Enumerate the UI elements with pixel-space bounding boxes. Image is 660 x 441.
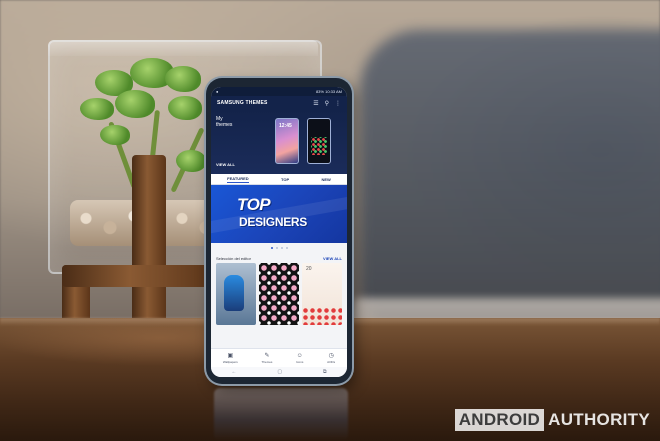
app-actions: ☰ ⚲ ⋮	[313, 100, 341, 107]
hero-view-all-link[interactable]: VIEW ALL	[216, 162, 235, 167]
editor-picks-cards: 20	[211, 263, 347, 325]
plant-leaf	[168, 96, 202, 120]
more-options-icon[interactable]: ⋮	[335, 100, 341, 107]
image-icon: ▣	[227, 352, 234, 359]
nav-label: Themes	[261, 359, 273, 364]
app-grid-icon	[311, 137, 327, 155]
theme-thumbnail[interactable]	[307, 118, 331, 164]
nav-aods[interactable]: ◷ AODs	[327, 353, 335, 364]
my-themes-hero[interactable]: My themes VIEW ALL 12:45	[211, 110, 347, 174]
phone-reflection	[214, 388, 348, 441]
photo-scene: ● 83% 10:33 AM SAMSUNG THEMES ☰ ⚲ ⋮ My t…	[0, 0, 660, 441]
recents-icon[interactable]: ⧉	[323, 369, 327, 375]
plant-leaf	[100, 125, 130, 145]
app-title: SAMSUNG THEMES	[217, 100, 268, 106]
search-icon[interactable]: ⚲	[325, 100, 329, 107]
carousel-dot[interactable]	[280, 247, 283, 249]
tab-top[interactable]: TOP	[281, 177, 289, 182]
banner-stripe	[211, 189, 347, 237]
status-time: 10:33 AM	[325, 89, 342, 94]
nav-label: AODs	[327, 359, 336, 364]
brush-icon: ✎	[264, 352, 270, 359]
nav-label: Icons	[296, 359, 304, 364]
my-themes-label: My themes	[216, 116, 233, 128]
phone-screen: ● 83% 10:33 AM SAMSUNG THEMES ☰ ⚲ ⋮ My t…	[211, 87, 347, 377]
tab-new[interactable]: NEW	[321, 177, 330, 182]
nav-label: Wallpapers	[222, 359, 238, 364]
banner-line-1: TOP	[237, 195, 271, 214]
battery-level: 83%	[315, 89, 324, 94]
home-icon[interactable]: ▢	[277, 369, 282, 375]
plant-leaf	[176, 150, 206, 172]
system-navigation-bar: ← ▢ ⧉	[211, 367, 347, 377]
glass-rim	[48, 40, 318, 56]
status-dot-icon: ●	[216, 89, 219, 94]
section-title: Selección del editor	[216, 255, 251, 261]
smiley-icon: ☺	[296, 352, 303, 359]
status-right: 83% 10:33 AM	[316, 89, 342, 94]
plant-leaf	[80, 98, 114, 120]
theme-card[interactable]	[259, 263, 299, 325]
top-designers-banner[interactable]: TOP DESIGNERS	[211, 185, 347, 243]
background-couch	[360, 30, 660, 330]
plant-leaf	[115, 90, 155, 118]
clock-icon: ◷	[328, 352, 334, 359]
hearts-pattern	[302, 307, 342, 325]
watermark: ANDROID AUTHORITY	[454, 409, 650, 431]
list-icon[interactable]: ☰	[313, 100, 318, 107]
wood-stand-bar	[62, 265, 212, 287]
smartphone: ● 83% 10:33 AM SAMSUNG THEMES ☰ ⚲ ⋮ My t…	[206, 78, 352, 384]
nav-wallpapers[interactable]: ▣ Wallpapers	[223, 353, 238, 364]
section-view-all-link[interactable]: VIEW ALL	[323, 256, 342, 261]
nav-themes[interactable]: ✎ Themes	[262, 353, 273, 364]
back-icon[interactable]: ←	[231, 369, 236, 375]
theme-thumbnail[interactable]: 12:45	[275, 118, 299, 164]
nav-icons[interactable]: ☺ Icons	[296, 353, 303, 364]
theme-card[interactable]	[216, 263, 256, 325]
tab-bar: FEATURED TOP NEW	[211, 174, 347, 185]
watermark-boxed-text: ANDROID	[454, 409, 545, 431]
tab-featured[interactable]: FEATURED	[227, 176, 249, 183]
carousel-dot[interactable]	[285, 247, 288, 249]
app-bar: SAMSUNG THEMES ☰ ⚲ ⋮	[211, 96, 347, 110]
plant-leaf	[165, 66, 201, 92]
banner-line-2: DESIGNERS	[239, 215, 307, 229]
theme-card[interactable]: 20	[302, 263, 342, 325]
carousel-dot[interactable]	[275, 247, 278, 249]
status-bar: ● 83% 10:33 AM	[211, 87, 347, 96]
carousel-dots	[211, 243, 347, 253]
carousel-dot[interactable]	[270, 247, 273, 249]
thumbnail-clock: 12:45	[279, 123, 292, 129]
editor-picks-header: Selección del editor VIEW ALL	[211, 253, 347, 263]
watermark-text: AUTHORITY	[548, 410, 650, 429]
card-date: 20	[306, 266, 312, 272]
bottom-navigation: ▣ Wallpapers ✎ Themes ☺ Icons ◷ AODs	[211, 348, 347, 367]
